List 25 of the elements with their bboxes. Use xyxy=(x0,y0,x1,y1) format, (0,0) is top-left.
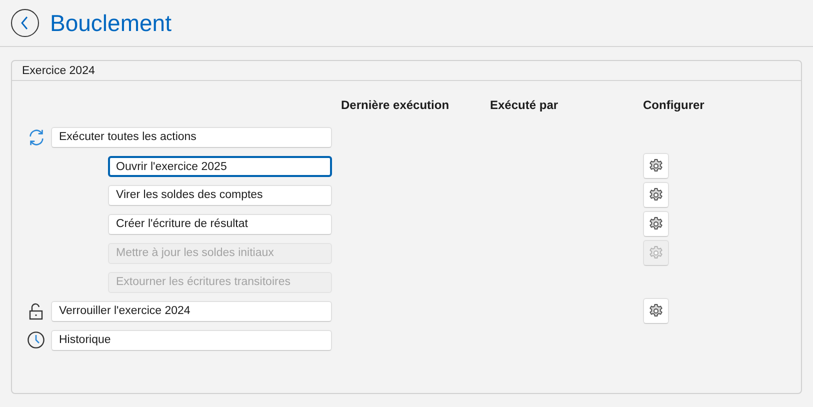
column-header: Configurer xyxy=(643,98,704,112)
action-button[interactable]: Verrouiller l'exercice 2024 xyxy=(51,300,332,322)
chevron-left-icon xyxy=(20,16,30,30)
clock-icon xyxy=(27,331,45,349)
gear-icon xyxy=(648,303,664,319)
action-button[interactable]: Historique xyxy=(51,330,332,350)
settings-button[interactable] xyxy=(643,182,669,208)
column-header: Dernière exécution xyxy=(341,98,450,112)
action-button[interactable]: Ouvrir l'exercice 2025 xyxy=(108,156,332,176)
gear-icon xyxy=(648,158,664,174)
gear-icon xyxy=(648,245,664,261)
back-button[interactable] xyxy=(11,9,39,37)
page-title: Bouclement xyxy=(50,8,172,38)
settings-button[interactable] xyxy=(643,153,669,179)
column-header: Exécuté par xyxy=(490,98,558,112)
action-button[interactable]: Exécuter toutes les actions xyxy=(51,126,332,148)
unlocked-padlock-icon xyxy=(29,302,43,320)
action-button[interactable]: Créer l'écriture de résultat xyxy=(108,214,332,234)
action-button[interactable]: Virer les soldes des comptes xyxy=(108,184,332,206)
gear-icon xyxy=(648,216,664,232)
refresh-icon xyxy=(26,128,46,146)
group-title: Exercice 2024 xyxy=(22,65,95,77)
settings-button[interactable] xyxy=(643,298,669,324)
settings-button[interactable] xyxy=(643,211,669,237)
gear-icon xyxy=(648,187,664,203)
